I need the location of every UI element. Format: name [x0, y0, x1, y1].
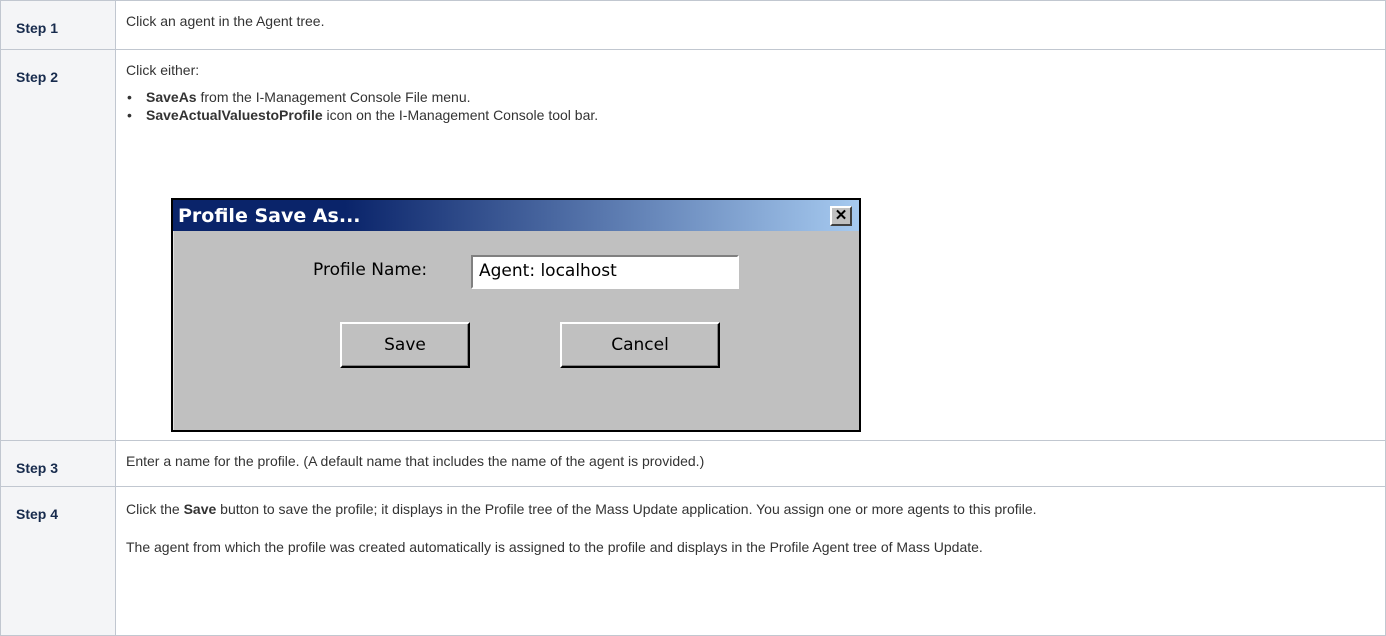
step-body: Click an agent in the Agent tree. [115, 0, 1386, 50]
step-row: Step 4 Click the Save button to save the… [0, 486, 1386, 636]
option-bold: SaveActualValuestoProfile [146, 107, 323, 123]
list-item: • SaveActualValuestoProfile icon on the I… [127, 106, 1385, 124]
step-body: Enter a name for the profile. (A default… [115, 440, 1386, 487]
step-text-post: button to save the profile; it displays … [216, 501, 1037, 517]
step-label: Step 1 [16, 20, 59, 36]
dialog-title: Profile Save As... [178, 204, 361, 227]
list-item: • SaveAs from the I-Management Console Fi… [127, 88, 1385, 106]
step-header: Step 4 [0, 486, 116, 636]
step-row: Step 1 Click an agent in the Agent tree. [0, 0, 1386, 50]
step-body: Click the Save button to save the profil… [115, 486, 1386, 636]
profile-save-as-dialog: Profile Save As... ✕ Profile Name: Agent… [171, 198, 861, 432]
step-row: Step 3 Enter a name for the profile. (A … [0, 440, 1386, 487]
save-button[interactable]: Save [340, 322, 470, 368]
option-text: icon on the I-Management Console tool ba… [322, 107, 599, 123]
profile-name-label: Profile Name: [313, 260, 428, 280]
step-text: Click either: [126, 62, 200, 78]
step-text: Click an agent in the Agent tree. [126, 13, 325, 29]
cancel-button[interactable]: Cancel [560, 322, 720, 368]
step-text-2: The agent from which the profile was cre… [126, 539, 983, 555]
step-text: Enter a name for the profile. (A default… [126, 453, 705, 469]
bullet-icon: • [127, 89, 132, 105]
step-header: Step 3 [0, 440, 116, 487]
step-text-bold: Save [183, 501, 217, 517]
step-header: Step 1 [0, 0, 116, 50]
bullet-icon: • [127, 107, 132, 123]
dialog-title-bar[interactable]: Profile Save As... ✕ [173, 200, 859, 231]
option-text: from the I-Management Console File menu. [196, 89, 471, 105]
close-icon[interactable]: ✕ [830, 205, 852, 226]
step-label: Step 2 [16, 69, 59, 85]
option-bold: SaveAs [146, 89, 197, 105]
profile-name-input[interactable]: Agent: localhost [471, 255, 739, 289]
step-text: Click the Save button to save the profil… [116, 487, 1385, 519]
step-label: Step 4 [16, 506, 59, 522]
step-text-pre: Click the [126, 501, 184, 517]
step-label: Step 3 [16, 460, 59, 476]
step-header: Step 2 [0, 49, 116, 441]
options-list: • SaveAs from the I-Management Console Fi… [116, 88, 1385, 124]
